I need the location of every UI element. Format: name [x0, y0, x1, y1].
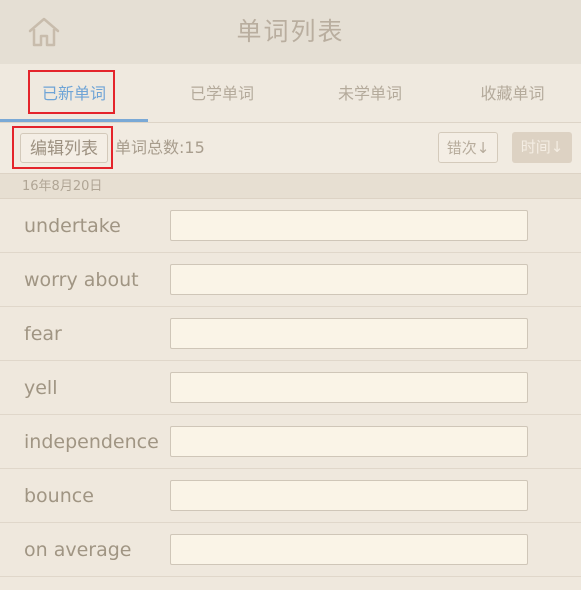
app-header: 单词列表: [0, 0, 581, 64]
word-text: undertake: [24, 215, 121, 237]
tab-new-words[interactable]: 已新单词: [0, 64, 148, 122]
word-text: bounce: [24, 485, 94, 507]
meaning-field[interactable]: [170, 372, 528, 403]
list-item[interactable]: yell: [0, 361, 581, 415]
word-list: undertake worry about fear yell independ…: [0, 199, 581, 577]
word-text: on average: [24, 539, 132, 561]
meaning-field[interactable]: [170, 210, 528, 241]
word-total-count: 单词总数:15: [115, 138, 205, 157]
list-item[interactable]: bounce: [0, 469, 581, 523]
meaning-field[interactable]: [170, 426, 528, 457]
word-text: worry about: [24, 269, 139, 291]
list-item[interactable]: worry about: [0, 253, 581, 307]
tab-bar: 已新单词 已学单词 未学单词 收藏单词: [0, 64, 581, 123]
edit-list-button[interactable]: 编辑列表: [20, 133, 108, 163]
word-text: yell: [24, 377, 58, 399]
active-tab-indicator: [0, 119, 148, 122]
list-item[interactable]: fear: [0, 307, 581, 361]
tab-favorite-words[interactable]: 收藏单词: [444, 64, 581, 122]
list-item[interactable]: on average: [0, 523, 581, 577]
word-text: fear: [24, 323, 62, 345]
meaning-field[interactable]: [170, 318, 528, 349]
tab-unlearned-words[interactable]: 未学单词: [296, 64, 444, 122]
date-group-label: 16年8月20日: [22, 179, 103, 194]
list-item[interactable]: independence: [0, 415, 581, 469]
meaning-field[interactable]: [170, 480, 528, 511]
date-group-header: 16年8月20日: [0, 173, 581, 199]
sort-by-errors-button[interactable]: 错次↓: [438, 132, 498, 163]
sort-by-time-button[interactable]: 时间↓: [512, 132, 572, 163]
word-text: independence: [24, 431, 159, 453]
meaning-field[interactable]: [170, 534, 528, 565]
page-title: 单词列表: [236, 17, 345, 46]
tab-learned-words[interactable]: 已学单词: [148, 64, 296, 122]
list-toolbar: 编辑列表 单词总数:15 错次↓ 时间↓: [0, 123, 581, 173]
meaning-field[interactable]: [170, 264, 528, 295]
list-item[interactable]: undertake: [0, 199, 581, 253]
